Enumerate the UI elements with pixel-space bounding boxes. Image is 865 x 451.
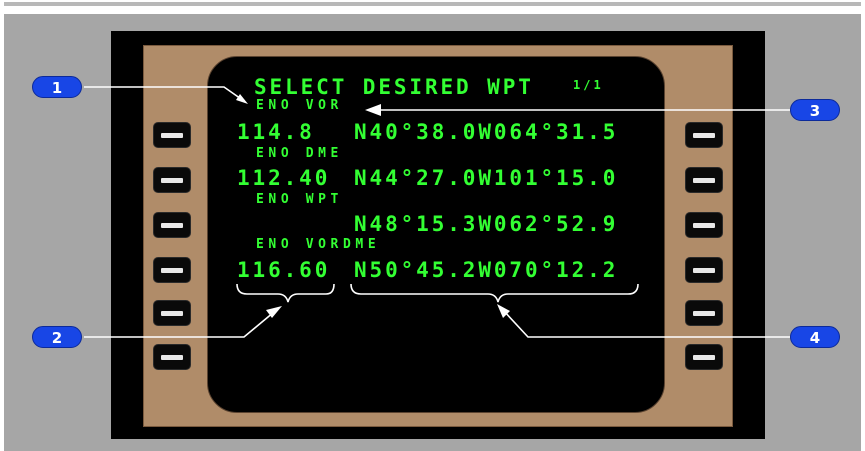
leader-line-4 <box>502 309 790 338</box>
callout-1: 1 <box>32 76 82 98</box>
frequency-brace <box>236 283 335 303</box>
leader-line-1 <box>84 86 245 102</box>
callout-4: 4 <box>790 326 840 348</box>
callout-leaders <box>84 86 790 338</box>
arrowhead-1 <box>236 94 248 104</box>
callout-3: 3 <box>790 99 840 121</box>
arrowhead-3 <box>365 104 381 116</box>
leader-line-2 <box>84 311 275 338</box>
callout-2: 2 <box>32 326 82 348</box>
position-brace <box>350 283 639 303</box>
